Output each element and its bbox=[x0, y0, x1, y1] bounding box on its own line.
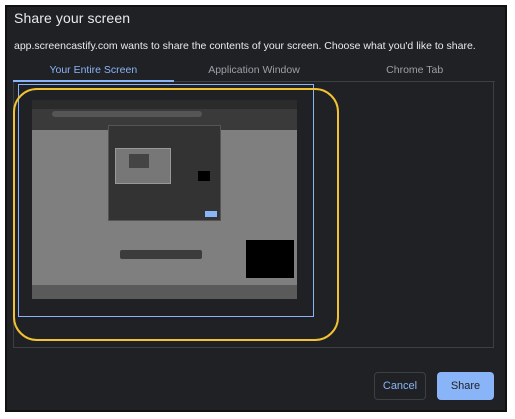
thumbnail-camera-box bbox=[246, 240, 294, 278]
source-tabs: Your Entire Screen Application Window Ch… bbox=[13, 60, 496, 82]
tab-application-window[interactable]: Application Window bbox=[173, 60, 335, 82]
thumbnail-nested-inner bbox=[129, 154, 149, 168]
thumbnail-nested-dialog bbox=[108, 125, 221, 221]
dialog-title: Share your screen bbox=[14, 10, 131, 26]
thumbnail-taskbar bbox=[32, 285, 297, 299]
share-button[interactable]: Share bbox=[437, 372, 494, 400]
thumbnail-toolbar bbox=[120, 250, 202, 259]
thumbnail-nested-video bbox=[198, 171, 210, 181]
thumbnail-url-bar bbox=[52, 111, 202, 117]
tab-chrome-tab[interactable]: Chrome Tab bbox=[334, 60, 496, 82]
tab-entire-screen[interactable]: Your Entire Screen bbox=[13, 60, 174, 82]
screen-option-tile[interactable] bbox=[18, 84, 314, 317]
screen-thumbnail bbox=[32, 100, 297, 299]
cancel-button[interactable]: Cancel bbox=[374, 372, 426, 400]
thumbnail-tab-strip bbox=[32, 100, 297, 109]
dialog-subtitle: app.screencastify.com wants to share the… bbox=[14, 40, 476, 52]
thumbnail-nested-button bbox=[205, 211, 217, 217]
